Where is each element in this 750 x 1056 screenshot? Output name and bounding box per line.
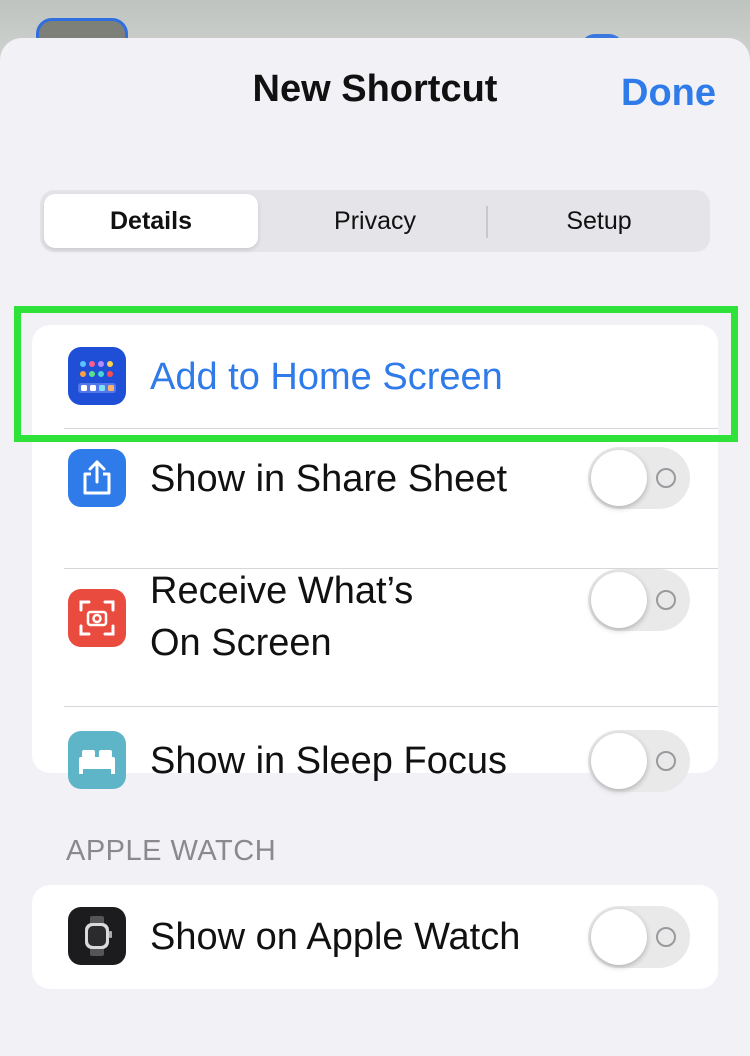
show-on-apple-watch-label: Show on Apple Watch [150,916,521,958]
done-button[interactable]: Done [621,72,716,115]
receive-on-screen-label-line1: Receive What’s [150,570,414,612]
show-in-share-sheet-row: Show in Share Sheet [32,429,718,569]
apple-watch-section-header: APPLE WATCH [66,835,277,867]
receive-on-screen-row: Receive What’s On Screen [32,569,718,707]
share-icon [68,449,126,507]
toggle-knob [591,572,647,628]
receive-on-screen-toggle[interactable] [588,569,690,631]
tab-details[interactable]: Details [44,194,258,248]
toggle-knob [591,909,647,965]
bed-icon [68,731,126,789]
apple-watch-card: Show on Apple Watch [32,885,718,989]
show-in-sleep-focus-label: Show in Sleep Focus [150,740,507,782]
screen-capture-icon [68,589,126,647]
toggle-off-indicator [656,590,676,610]
apple-watch-icon [68,907,126,965]
toggle-off-indicator [656,927,676,947]
receive-on-screen-label-line2: On Screen [150,622,332,664]
tab-setup[interactable]: Setup [492,194,706,248]
highlight-box [14,306,738,442]
show-in-share-sheet-label: Show in Share Sheet [150,458,508,500]
share-sheet-toggle[interactable] [588,447,690,509]
apple-watch-toggle[interactable] [588,906,690,968]
toggle-off-indicator [656,751,676,771]
show-in-sleep-focus-row: Show in Sleep Focus [32,707,718,792]
toggle-knob [591,450,647,506]
toggle-knob [591,733,647,789]
segmented-control: Details Privacy Setup [40,190,710,252]
segment-divider [486,206,488,238]
tab-privacy[interactable]: Privacy [268,194,482,248]
show-on-apple-watch-row: Show on Apple Watch [32,885,718,989]
toggle-off-indicator [656,468,676,488]
sleep-focus-toggle[interactable] [588,730,690,792]
